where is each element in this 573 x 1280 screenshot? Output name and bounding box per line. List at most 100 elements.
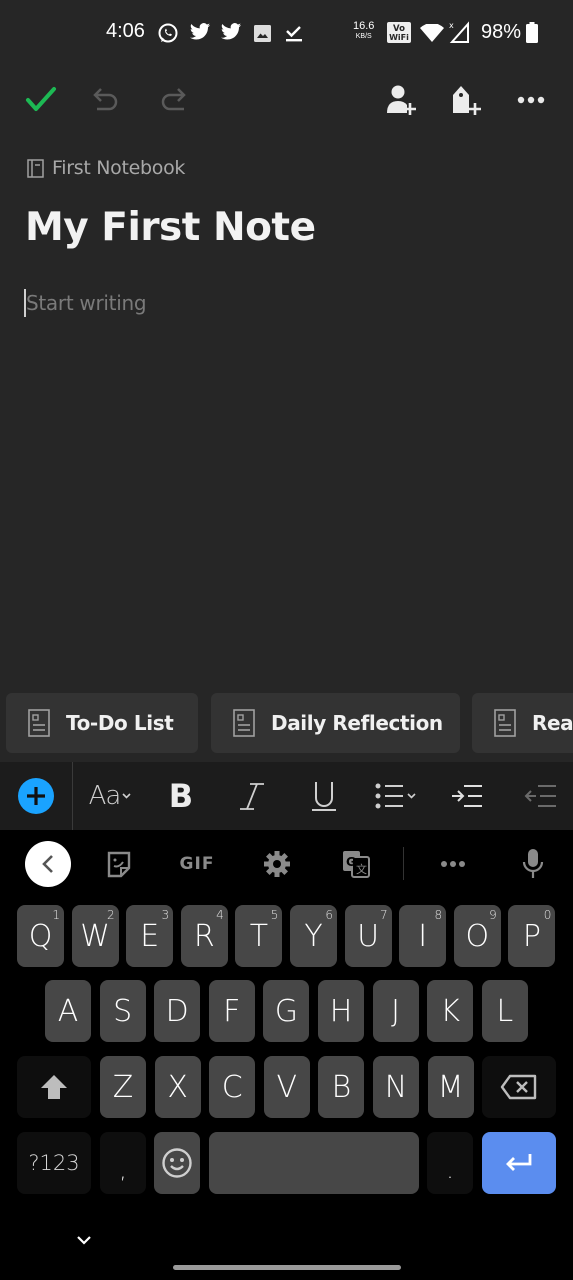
key-w[interactable]: W2	[71, 905, 119, 967]
suggestion-divider	[403, 847, 404, 880]
bold-button[interactable]: B	[163, 776, 199, 816]
key-k[interactable]: K	[427, 980, 474, 1042]
symbols-key[interactable]: ?123	[17, 1132, 91, 1194]
enter-key[interactable]	[482, 1132, 556, 1194]
period-key[interactable]: .	[427, 1132, 473, 1194]
template-icon	[233, 709, 255, 737]
translate-button[interactable]: G文	[340, 842, 372, 886]
key-j[interactable]: J	[372, 980, 419, 1042]
translate-icon: G文	[343, 851, 370, 878]
key-h[interactable]: H	[318, 980, 364, 1042]
soft-keyboard: GIF G文 Q1W2E3R4T5Y6U7I8O9P0 ASDFGHJKL ZX…	[0, 830, 573, 1280]
backspace-key[interactable]	[482, 1056, 556, 1118]
template-icon	[494, 709, 516, 737]
key-g[interactable]: G	[263, 980, 310, 1042]
note-body-placeholder: Start writing	[26, 291, 147, 315]
gear-icon	[264, 851, 290, 877]
shift-arrow-icon	[41, 1075, 67, 1099]
sticker-button[interactable]	[103, 842, 135, 886]
key-n[interactable]: N	[373, 1056, 419, 1118]
underline-button[interactable]	[306, 776, 342, 816]
key-d[interactable]: D	[154, 980, 201, 1042]
key-x[interactable]: X	[154, 1056, 201, 1118]
template-label: Daily Reflection	[271, 711, 443, 735]
status-bar: 4:06 16.6 KB/S Vo WiFi x 98%	[0, 0, 573, 62]
battery-percent: 98%	[481, 21, 522, 43]
key-m[interactable]: M	[427, 1056, 474, 1118]
network-speed: 16.6 KB/S	[353, 21, 374, 41]
space-key[interactable]	[209, 1132, 419, 1194]
key-c[interactable]: C	[209, 1056, 256, 1118]
notebook-name: First Notebook	[52, 157, 186, 179]
add-tag-icon	[453, 86, 481, 115]
keyboard-settings-button[interactable]	[261, 842, 293, 886]
indent-icon	[452, 785, 482, 807]
shift-key[interactable]	[17, 1056, 91, 1118]
key-e[interactable]: E3	[126, 905, 174, 967]
key-f[interactable]: F	[208, 980, 255, 1042]
note-body-editor[interactable]: Start writing	[24, 288, 147, 318]
key-a[interactable]: A	[45, 980, 91, 1042]
note-title[interactable]: My First Note	[25, 205, 316, 250]
toolbar-divider	[72, 762, 73, 830]
key-label: R	[193, 918, 215, 954]
notebook-selector[interactable]: First Notebook	[27, 157, 185, 179]
key-label: Y	[304, 918, 323, 954]
insert-button[interactable]	[16, 776, 56, 816]
key-hint: 8	[434, 908, 443, 922]
keyboard-more-button[interactable]	[437, 842, 469, 886]
key-u[interactable]: U7	[344, 905, 392, 967]
template-suggestions: To-Do List Daily Reflection Reading List	[0, 693, 573, 753]
key-i[interactable]: I8	[399, 905, 447, 967]
key-q[interactable]: Q1	[17, 905, 64, 967]
status-time: 4:06	[106, 20, 145, 42]
key-hint: 0	[543, 908, 552, 922]
template-chip-reading-list[interactable]: Reading List	[472, 693, 573, 753]
key-o[interactable]: O9	[453, 905, 501, 967]
key-p[interactable]: P0	[508, 905, 556, 967]
key-s[interactable]: S	[99, 980, 146, 1042]
indent-button[interactable]	[449, 776, 485, 816]
italic-button[interactable]	[234, 776, 270, 816]
hide-keyboard-button[interactable]	[73, 1233, 95, 1252]
gif-button[interactable]: GIF	[176, 842, 218, 886]
insert-plus-icon	[18, 778, 54, 814]
svg-text:WiFi: WiFi	[389, 33, 409, 42]
network-speed-unit: KB/S	[355, 33, 372, 40]
key-y[interactable]: Y6	[290, 905, 337, 967]
svg-text:G: G	[346, 855, 356, 869]
key-b[interactable]: B	[318, 1056, 365, 1118]
redo-button[interactable]	[154, 82, 190, 118]
underline-icon	[312, 782, 336, 811]
more-options-button[interactable]	[513, 82, 549, 118]
done-button[interactable]	[23, 82, 59, 118]
list-button[interactable]	[374, 776, 420, 816]
gesture-home-bar[interactable]	[173, 1265, 401, 1270]
key-z[interactable]: Z	[100, 1056, 146, 1118]
key-r[interactable]: R4	[180, 905, 228, 967]
key-l[interactable]: L	[481, 980, 528, 1042]
key-label: W	[80, 918, 110, 954]
text-style-button[interactable]: Aa	[86, 776, 134, 816]
key-hint: 2	[106, 908, 115, 922]
key-label: E	[140, 918, 160, 954]
share-button[interactable]	[383, 82, 419, 118]
template-chip-todo[interactable]: To-Do List	[6, 693, 198, 753]
keyboard-collapse-toolbar-button[interactable]	[25, 841, 71, 887]
add-tag-button[interactable]	[448, 82, 484, 118]
comma-key[interactable]: ,	[100, 1132, 146, 1194]
outdent-button[interactable]	[520, 776, 560, 816]
undo-button[interactable]	[89, 82, 125, 118]
bullet-list-icon	[375, 783, 416, 809]
key-v[interactable]: V	[263, 1056, 310, 1118]
emoji-key[interactable]	[154, 1132, 200, 1194]
more-icon	[517, 96, 545, 104]
key-t[interactable]: T5	[235, 905, 283, 967]
enter-arrow-icon	[506, 1154, 532, 1171]
notebook-icon	[27, 158, 44, 178]
template-chip-daily-reflection[interactable]: Daily Reflection	[211, 693, 460, 753]
key-label: I	[418, 918, 428, 954]
redo-icon	[161, 88, 186, 111]
backspace-icon	[500, 1074, 537, 1100]
voice-input-button[interactable]	[517, 842, 549, 886]
